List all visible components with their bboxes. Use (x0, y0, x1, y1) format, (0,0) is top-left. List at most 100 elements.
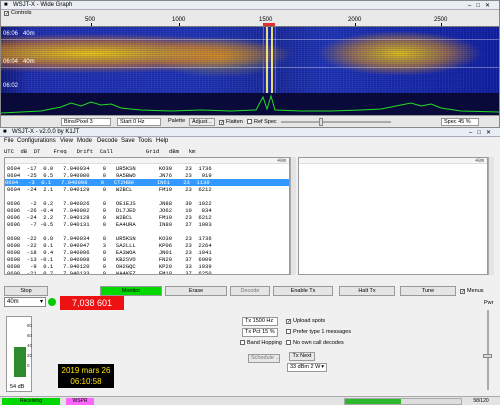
wide-graph-title: WSJT-X - Wide Graph (13, 2, 73, 8)
erase-button[interactable]: Erase (165, 286, 227, 296)
meter-db-label: 54 dB (10, 384, 25, 390)
bins-per-pixel-spinbox[interactable]: Bins/Pixel 3 (61, 118, 111, 126)
menu-save[interactable]: Save (121, 138, 135, 144)
menu-tools[interactable]: Tools (138, 138, 152, 144)
clock-date: 2019 mars 26 (61, 366, 111, 375)
band-marker: 40m (5, 158, 289, 164)
band-activity-panel[interactable]: 40m 0604 -17 0.0 7.040034 0 UR5KSN KO30 … (4, 157, 290, 275)
decode-scrollbar[interactable] (290, 157, 296, 275)
gain-slider[interactable] (281, 121, 391, 123)
halt-tx-button[interactable]: Halt Tx (339, 286, 395, 296)
tr-progress (344, 398, 462, 405)
mode-status: WSPR (66, 398, 94, 405)
prefer-type1-checkbox[interactable]: Prefer type 1 messages (286, 329, 351, 335)
decode-header: UTC dB DT Freq Drift Call Grid dBm km (4, 148, 196, 155)
start-frequency-spinbox[interactable]: Start 0 Hz (117, 118, 161, 126)
app-icon: ■ (4, 2, 8, 8)
main-window-title: WSJT-X - v2.0.0 by K1JT (12, 129, 80, 135)
power-slider-handle[interactable] (483, 354, 492, 358)
band-select[interactable]: 40m ▾ (4, 297, 46, 307)
window-controls[interactable]: –□✕ (469, 129, 496, 136)
pwr-label: Pwr (484, 300, 494, 306)
menu-configurations[interactable]: Configurations (17, 138, 56, 144)
tx-frequency-marker[interactable] (263, 23, 275, 26)
enable-tx-button[interactable]: Enable Tx (273, 286, 333, 296)
signal-meter: 80 60 40 20 0 54 dB (6, 316, 32, 392)
menu-file[interactable]: File (4, 138, 14, 144)
flatten-checkbox[interactable]: ✓ Flatten (219, 119, 243, 126)
upload-spots-checkbox[interactable]: ✓ Upload spots (286, 318, 325, 325)
decode-row[interactable]: 0604 -3 0.1 7.040098 0 CT2HBH IN61 23 11… (5, 179, 289, 186)
main-window: ■ WSJT-X - v2.0.0 by K1JT –□✕ File Confi… (0, 128, 500, 405)
power-slider[interactable] (487, 310, 489, 390)
controls-row: ✓ Controls (1, 10, 499, 17)
receiving-status: Receiving (2, 398, 60, 405)
signal-level-bar (14, 347, 26, 377)
decode-row[interactable]: 0606 -2 0.2 7.040026 0 OE1EJS JN88 30 10… (7, 200, 212, 207)
wide-graph-title-bar: ■ WSJT-X - Wide Graph –□✕ (1, 1, 499, 10)
decode-row[interactable]: 0608 -21 0.7 7.040133 0 WA4KFZ FM18 37 6… (7, 270, 212, 274)
waterfall-band-label: 40m (23, 31, 35, 37)
tx-pct-spinbox[interactable]: Tx Pct 15 % (242, 328, 278, 337)
ref-spec-checkbox[interactable]: Ref Spec (247, 119, 277, 125)
power-select[interactable]: 33 dBm 2 W ▾ (287, 363, 327, 372)
decode-row[interactable]: 0606 -26 -0.4 7.040092 0 DL7JED JO62 10 … (7, 207, 212, 214)
palette-label: Palette (168, 118, 186, 124)
no-own-call-decodes-checkbox[interactable]: No own call decodes (286, 340, 344, 346)
waterfall-time-label: 06:02 (3, 83, 19, 89)
decode-row[interactable]: 0606 -7 -0.5 7.040131 0 EA4URA IN80 27 1… (7, 221, 212, 228)
decode-button[interactable]: Decode (230, 286, 270, 296)
spec-spinbox[interactable]: Spec 45 % (441, 118, 479, 126)
band-marker: 40m (299, 158, 487, 164)
tx-next-button[interactable]: Tx Next (289, 352, 315, 361)
menu-mode[interactable]: Mode (77, 138, 92, 144)
tune-button[interactable]: Tune (400, 286, 456, 296)
window-controls[interactable]: –□✕ (468, 2, 495, 9)
waterfall-time-label: 06:06 (3, 31, 19, 37)
menu-view[interactable]: View (60, 138, 73, 144)
schedule-button[interactable]: Schedule ... (248, 354, 280, 363)
menu-help[interactable]: Help (156, 138, 168, 144)
app-icon: ■ (3, 129, 7, 135)
decode-row[interactable]: 0606 -24 2.2 7.040128 0 W2BCL FM19 23 62… (7, 214, 212, 221)
menu-decode[interactable]: Decode (97, 138, 118, 144)
decode-row[interactable]: 0608 -22 0.1 7.040047 3 SA2LLL KP06 23 2… (7, 242, 212, 249)
controls-checkbox[interactable]: ✓ Controls (4, 10, 31, 17)
clock-time: 06:10:58 (70, 377, 102, 386)
waterfall-band-label: 40m (23, 59, 35, 65)
tx-frequency-spinbox[interactable]: Tx 1500 Hz (242, 317, 278, 326)
spectrum-plot (1, 93, 499, 115)
waterfall-display[interactable]: 06:06 40m 06:04 40m 06:02 (1, 27, 499, 93)
rx-frequency-panel[interactable]: 40m (298, 157, 488, 275)
gain-slider-handle[interactable] (319, 118, 323, 126)
spectrum-trace (1, 94, 499, 114)
menu-bar: File Configurations View Mode Decode Sav… (0, 137, 500, 146)
frequency-ruler: 500 1000 1500 2000 2500 (1, 17, 499, 27)
status-bar: Receiving WSPR 58/120 (0, 396, 500, 405)
meter-scale: 80 60 40 20 0 (27, 323, 33, 368)
chevron-down-icon: ▾ (321, 364, 324, 370)
decode-row[interactable]: 0608 -9 0.1 7.040120 0 OH2GQC KP20 33 19… (7, 263, 212, 270)
adjust-button[interactable]: Adjust... (189, 118, 215, 126)
band-hopping-checkbox[interactable]: Band Hopping (240, 340, 282, 346)
ruler-tick-label: 500 (85, 17, 96, 23)
cat-status-indicator (48, 298, 56, 306)
chevron-down-icon: ▾ (39, 299, 43, 305)
stop-button[interactable]: Stop (4, 286, 48, 296)
decode-row[interactable]: 0608 -13 -0.1 7.040098 0 KB2SVO FN20 37 … (7, 256, 212, 263)
decode-row[interactable]: 0604 -17 0.0 7.040034 0 UR5KSN KO30 23 1… (7, 165, 212, 172)
menus-checkbox[interactable]: ✓ Menus (460, 288, 484, 295)
decode-row[interactable]: 0608 -18 0.4 7.040096 0 EA3WOA JN01 23 1… (7, 249, 212, 256)
utc-clock: 2019 mars 26 06:10:58 (58, 364, 114, 388)
decode-row[interactable]: 0604 -24 2.1 7.040129 0 W2BCL FM19 23 62… (7, 186, 212, 193)
waterfall-time-label: 06:04 (3, 59, 19, 65)
dial-frequency-display: 7,038 601 (60, 296, 124, 310)
decode-row[interactable]: 0608 -22 0.0 7.040034 0 UR5KSN KO30 23 1… (7, 235, 212, 242)
monitor-button[interactable]: Monitor (100, 286, 162, 296)
main-title-bar: ■ WSJT-X - v2.0.0 by K1JT –□✕ (0, 128, 500, 137)
tr-progress-count: 58/120 (473, 398, 489, 404)
wide-graph-controls: Bins/Pixel 3 Start 0 Hz Palette Adjust..… (1, 115, 499, 127)
decode-row[interactable]: 0604 -25 0.5 7.040080 0 9A5BWO JN76 23 9… (7, 172, 212, 179)
wide-graph-window: ■ WSJT-X - Wide Graph –□✕ ✓ Controls 500 … (0, 0, 500, 128)
right-scrollbar[interactable] (488, 157, 494, 275)
